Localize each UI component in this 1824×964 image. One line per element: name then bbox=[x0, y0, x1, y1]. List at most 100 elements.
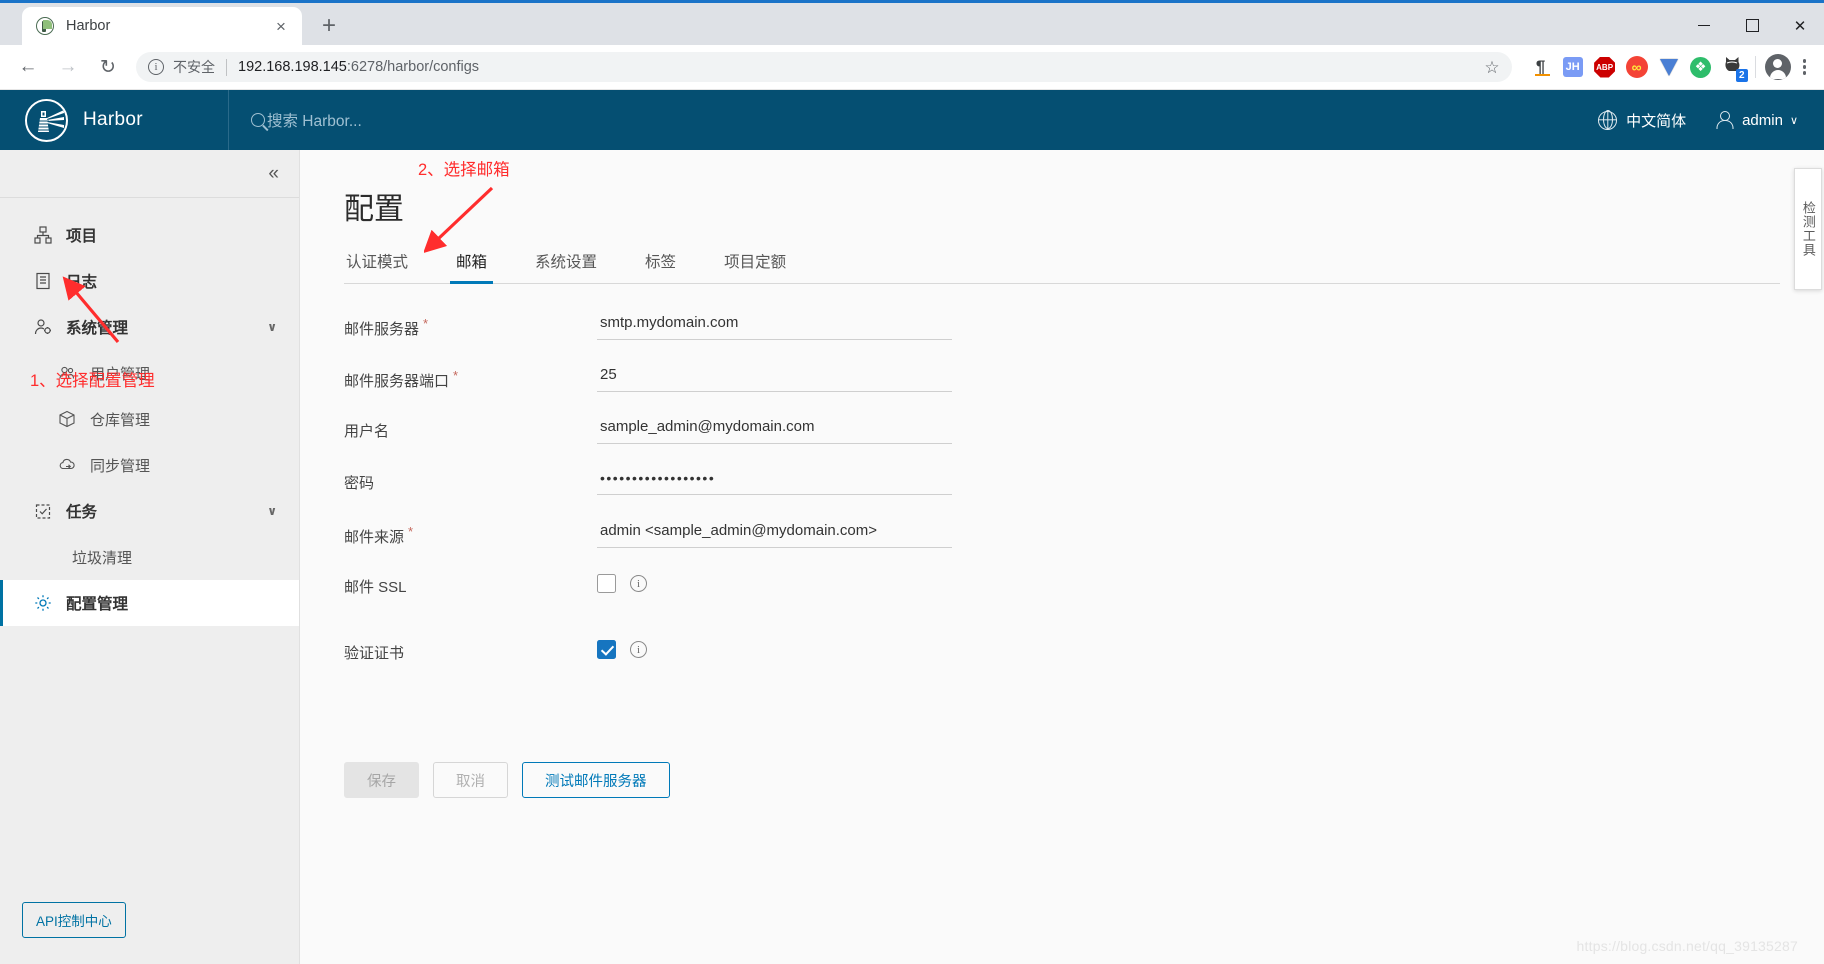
replication-icon bbox=[56, 456, 78, 474]
password-control bbox=[597, 468, 952, 495]
label-text: 验证证书 bbox=[344, 645, 405, 662]
collapse-sidebar-icon[interactable]: « bbox=[268, 164, 279, 183]
back-icon[interactable]: ← bbox=[11, 50, 45, 84]
form-row: 邮件来源 * bbox=[344, 520, 1824, 572]
paragraph-translate-icon[interactable]: ¶ bbox=[1526, 52, 1556, 82]
close-tab-icon[interactable]: × bbox=[270, 15, 292, 37]
mail-server-port-control bbox=[597, 364, 952, 392]
user-menu[interactable]: admin ∨ bbox=[1716, 111, 1798, 129]
tab-project-quotas[interactable]: 项目定额 bbox=[722, 240, 788, 283]
profile-avatar[interactable] bbox=[1763, 52, 1793, 82]
save-button[interactable]: 保存 bbox=[344, 762, 419, 798]
api-console-button[interactable]: API控制中心 bbox=[22, 902, 126, 938]
browser-tab[interactable]: Harbor × bbox=[22, 7, 302, 45]
sidebar-item-label: 用户管理 bbox=[90, 365, 151, 383]
sidebar-item-tasks[interactable]: 任务 ∨ bbox=[0, 488, 299, 534]
diamond-extension-icon[interactable] bbox=[1654, 52, 1684, 82]
verify-certificate-label: 验证证书 bbox=[344, 638, 597, 663]
info-icon[interactable]: i bbox=[630, 575, 647, 592]
close-window-icon[interactable]: ✕ bbox=[1776, 3, 1824, 48]
window-controls: ✕ bbox=[1680, 3, 1824, 48]
annotation-2-text: 2、选择邮箱 bbox=[418, 161, 510, 179]
harbor-logo-icon bbox=[25, 98, 68, 142]
sidebar-item-users[interactable]: 用户管理 bbox=[0, 350, 299, 396]
forward-icon[interactable]: → bbox=[51, 50, 85, 84]
tab-email[interactable]: 邮箱 bbox=[450, 240, 494, 284]
username-input[interactable] bbox=[597, 416, 952, 444]
form-row: 密码 bbox=[344, 468, 1824, 520]
puzzle-glyph: ❖ bbox=[1690, 56, 1712, 78]
sidebar-item-label: 仓库管理 bbox=[90, 411, 151, 429]
form-row: 验证证书 i bbox=[344, 638, 1824, 704]
harbor-brand-name: Harbor bbox=[83, 109, 143, 130]
chevron-down-icon[interactable]: ∨ bbox=[267, 504, 277, 518]
chevron-down-icon[interactable]: ∨ bbox=[267, 320, 277, 334]
verify-certificate-control: i bbox=[597, 638, 952, 659]
harbor-header: Harbor 搜索 Harbor... 中文简体 admin ∨ bbox=[0, 90, 1824, 150]
registry-icon bbox=[56, 410, 78, 428]
label-text: 用户名 bbox=[344, 423, 390, 440]
harbor-favicon-icon bbox=[36, 17, 54, 35]
sidebar-item-label: 同步管理 bbox=[90, 457, 151, 475]
required-marker: * bbox=[408, 524, 414, 539]
user-icon bbox=[1716, 111, 1733, 129]
mail-server-control bbox=[597, 312, 952, 340]
verify-certificate-checkbox[interactable] bbox=[597, 640, 616, 659]
language-selector[interactable]: 中文简体 bbox=[1598, 110, 1686, 131]
chevron-down-icon: ∨ bbox=[1789, 114, 1798, 127]
password-label: 密码 bbox=[344, 468, 597, 493]
infinity-extension-icon[interactable]: ∞ bbox=[1622, 52, 1652, 82]
vertical-side-panel[interactable]: 检测工具 bbox=[1794, 168, 1822, 290]
tab-system-settings[interactable]: 系统设置 bbox=[533, 240, 599, 283]
harbor-app: Harbor 搜索 Harbor... 中文简体 admin ∨ « 项目 日志… bbox=[0, 90, 1824, 964]
site-info-icon[interactable]: i bbox=[148, 59, 164, 75]
password-input[interactable] bbox=[597, 468, 952, 495]
address-bar[interactable]: i 不安全 192.168.198.145:6278/harbor/config… bbox=[136, 52, 1512, 82]
jh-extension-icon[interactable]: JH bbox=[1558, 52, 1588, 82]
required-marker: * bbox=[453, 368, 459, 383]
tab-labels[interactable]: 标签 bbox=[643, 240, 678, 283]
chrome-menu-icon[interactable] bbox=[1793, 59, 1816, 75]
harbor-header-right: 中文简体 admin ∨ bbox=[1598, 110, 1824, 131]
sidebar-item-garbage-collection[interactable]: 垃圾清理 bbox=[0, 534, 299, 580]
mail-server-input[interactable] bbox=[597, 312, 952, 340]
mail-from-input[interactable] bbox=[597, 520, 952, 548]
sidebar-item-label: 配置管理 bbox=[66, 596, 129, 613]
new-tab-button[interactable]: + bbox=[312, 9, 346, 43]
cancel-button[interactable]: 取消 bbox=[433, 762, 508, 798]
form-row: 邮件服务器 * bbox=[344, 312, 1824, 364]
bookmark-star-icon[interactable]: ☆ bbox=[1484, 59, 1499, 76]
browser-window: Harbor × + ✕ ← → ↻ i 不安全 192.168.198.145… bbox=[0, 0, 1824, 964]
search-placeholder: 搜索 Harbor... bbox=[267, 113, 362, 130]
mail-server-port-input[interactable] bbox=[597, 364, 952, 392]
mail-ssl-control: i bbox=[597, 572, 952, 593]
page-title: 配置 bbox=[344, 193, 404, 226]
harbor-search[interactable]: 搜索 Harbor... bbox=[229, 109, 362, 131]
test-mail-server-button[interactable]: 测试邮件服务器 bbox=[522, 762, 670, 798]
info-icon[interactable]: i bbox=[630, 641, 647, 658]
sidebar-collapse-row[interactable]: « bbox=[0, 150, 299, 198]
reload-icon[interactable]: ↻ bbox=[91, 50, 125, 84]
sidebar-item-replications[interactable]: 同步管理 bbox=[0, 442, 299, 488]
mail-ssl-checkbox[interactable] bbox=[597, 574, 616, 593]
mail-ssl-label: 邮件 SSL bbox=[344, 572, 597, 597]
sidebar-item-projects[interactable]: 项目 bbox=[0, 212, 299, 258]
url-divider bbox=[226, 58, 227, 76]
sidebar-item-logs[interactable]: 日志 bbox=[0, 258, 299, 304]
sidebar-item-configuration[interactable]: 配置管理 bbox=[0, 580, 299, 626]
mail-from-label: 邮件来源 * bbox=[344, 520, 597, 547]
jh-glyph: JH bbox=[1562, 57, 1583, 77]
puzzle-extension-icon[interactable]: ❖ bbox=[1686, 52, 1716, 82]
mail-from-control bbox=[597, 520, 952, 548]
harbor-brand[interactable]: Harbor bbox=[0, 98, 228, 142]
maximize-window-icon[interactable] bbox=[1728, 3, 1776, 48]
logs-icon bbox=[32, 272, 54, 290]
cat-extension-icon[interactable]: 2 bbox=[1718, 52, 1748, 82]
tab-auth-mode[interactable]: 认证模式 bbox=[344, 240, 410, 283]
app-body: « 项目 日志 系统管理 ∨ 用户管理 仓库管理 同步管理 任务 ∨ 垃圾清理 … bbox=[0, 150, 1824, 964]
sidebar-item-registries[interactable]: 仓库管理 bbox=[0, 396, 299, 442]
adblock-plus-icon[interactable]: ABP bbox=[1590, 52, 1620, 82]
sidebar-footer: API控制中心 bbox=[0, 902, 299, 964]
minimize-window-icon[interactable] bbox=[1680, 3, 1728, 48]
sidebar-item-administration[interactable]: 系统管理 ∨ bbox=[0, 304, 299, 350]
